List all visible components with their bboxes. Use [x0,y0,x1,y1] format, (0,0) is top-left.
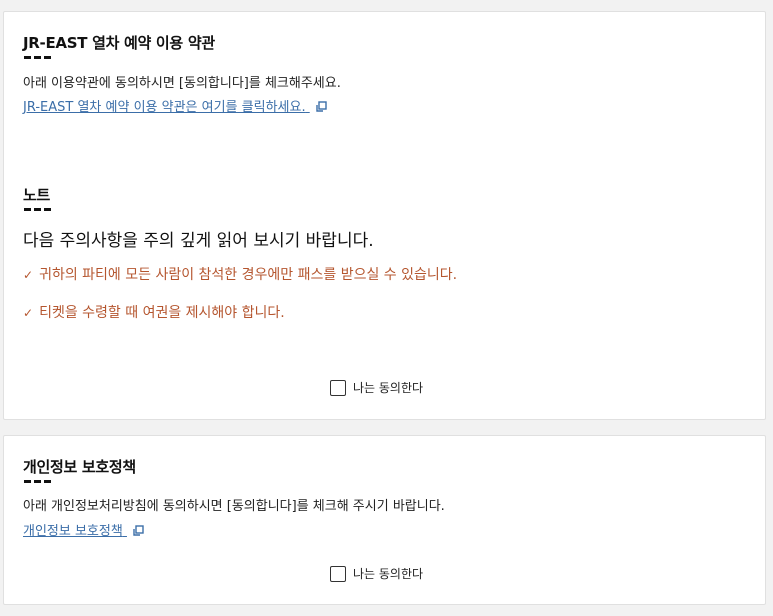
terms-description: 아래 이용약관에 동의하시면 [동의합니다]를 체크해주세요. [23,76,341,91]
title-underline-decoration [24,56,52,59]
note-item: ✓ 귀하의 파티에 모든 사람이 참석한 경우에만 패스를 받으실 수 있습니다. [23,264,457,284]
privacy-link[interactable]: 개인정보 보호정책 [23,520,144,541]
privacy-title: 개인정보 보호정책 [23,458,136,476]
terms-link-label[interactable]: JR-EAST 열차 예약 이용 약관은 여기를 클릭하세요. [23,100,306,115]
terms-link[interactable]: JR-EAST 열차 예약 이용 약관은 여기를 클릭하세요. [23,96,327,117]
terms-card: JR-EAST 열차 예약 이용 약관 아래 이용약관에 동의하시면 [동의합니… [3,11,766,420]
note-item-text: 티켓을 수령할 때 여권을 제시해야 합니다. [39,305,285,321]
title-underline-decoration [24,208,52,211]
checkbox-box[interactable] [330,565,346,582]
terms-agree-label[interactable]: 나는 동의한다 [353,379,423,396]
notes-lead: 다음 주의사항을 주의 깊게 읽어 보시기 바랍니다. [23,231,374,251]
external-link-icon[interactable] [315,101,327,117]
terms-agree-checkbox[interactable]: 나는 동의한다 [330,379,423,396]
privacy-card: 개인정보 보호정책 아래 개인정보처리방침에 동의하시면 [동의합니다]를 체크… [3,435,766,605]
title-underline-decoration [24,480,52,483]
privacy-agree-checkbox[interactable]: 나는 동의한다 [330,565,423,582]
note-item-text: 귀하의 파티에 모든 사람이 참석한 경우에만 패스를 받으실 수 있습니다. [39,267,458,283]
note-item: ✓ 티켓을 수령할 때 여권을 제시해야 합니다. [23,302,285,322]
privacy-link-label[interactable]: 개인정보 보호정책 [23,524,123,539]
privacy-description: 아래 개인정보처리방침에 동의하시면 [동의합니다]를 체크해 주시기 바랍니다… [23,499,445,514]
check-icon: ✓ [23,268,34,282]
notes-title: 노트 [23,186,51,204]
external-link-icon[interactable] [132,525,144,541]
checkbox-box[interactable] [330,379,346,396]
privacy-agree-label[interactable]: 나는 동의한다 [353,565,423,582]
check-icon: ✓ [23,306,34,320]
terms-title: JR-EAST 열차 예약 이용 약관 [23,34,215,52]
